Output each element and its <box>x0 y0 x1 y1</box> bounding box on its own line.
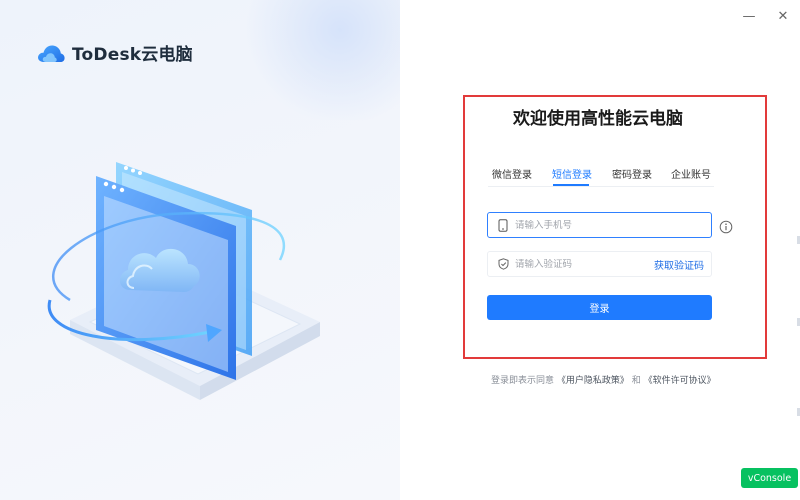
left-banner: ToDesk云电脑 <box>0 0 400 500</box>
code-field[interactable]: 获取验证码 <box>487 251 712 277</box>
info-icon[interactable] <box>719 220 733 234</box>
tab-password-login[interactable]: 密码登录 <box>612 166 652 181</box>
app-name: ToDesk云电脑 <box>72 45 193 65</box>
login-tabs: 微信登录 短信登录 密码登录 企业账号 <box>488 163 714 187</box>
tab-enterprise-account[interactable]: 企业账号 <box>671 166 711 181</box>
tab-wechat-login[interactable]: 微信登录 <box>492 166 532 181</box>
phone-icon <box>491 213 515 237</box>
close-icon[interactable]: ✕ <box>771 6 795 26</box>
cloud-logo-icon <box>38 44 65 62</box>
agreement-text: 登录即表示同意 《用户隐私政策》 和 《软件许可协议》 <box>491 373 716 386</box>
tab-sms-login[interactable]: 短信登录 <box>552 166 592 181</box>
app-logo: ToDesk云电脑 <box>36 40 193 65</box>
login-pane: — ✕ 欢迎使用高性能云电脑 微信登录 短信登录 密码登录 企业账号 <box>400 0 800 500</box>
background-glow <box>240 0 400 120</box>
code-input[interactable] <box>515 258 645 270</box>
phone-field[interactable] <box>487 212 712 238</box>
phone-input[interactable] <box>515 219 645 231</box>
get-code-link[interactable]: 获取验证码 <box>654 257 704 272</box>
cloud-browser-illustration <box>47 162 320 400</box>
license-agreement-link[interactable]: 《软件许可协议》 <box>644 376 716 386</box>
login-button[interactable]: 登录 <box>487 295 712 320</box>
privacy-policy-link[interactable]: 《用户隐私政策》 <box>557 376 629 386</box>
shield-icon <box>491 252 515 276</box>
welcome-title: 欢迎使用高性能云电脑 <box>513 109 683 129</box>
active-tab-underline <box>553 184 589 186</box>
vconsole-button[interactable]: vConsole <box>741 468 798 488</box>
agreement-and: 和 <box>631 376 641 386</box>
minimize-icon[interactable]: — <box>737 6 761 26</box>
agreement-prefix: 登录即表示同意 <box>491 376 555 386</box>
